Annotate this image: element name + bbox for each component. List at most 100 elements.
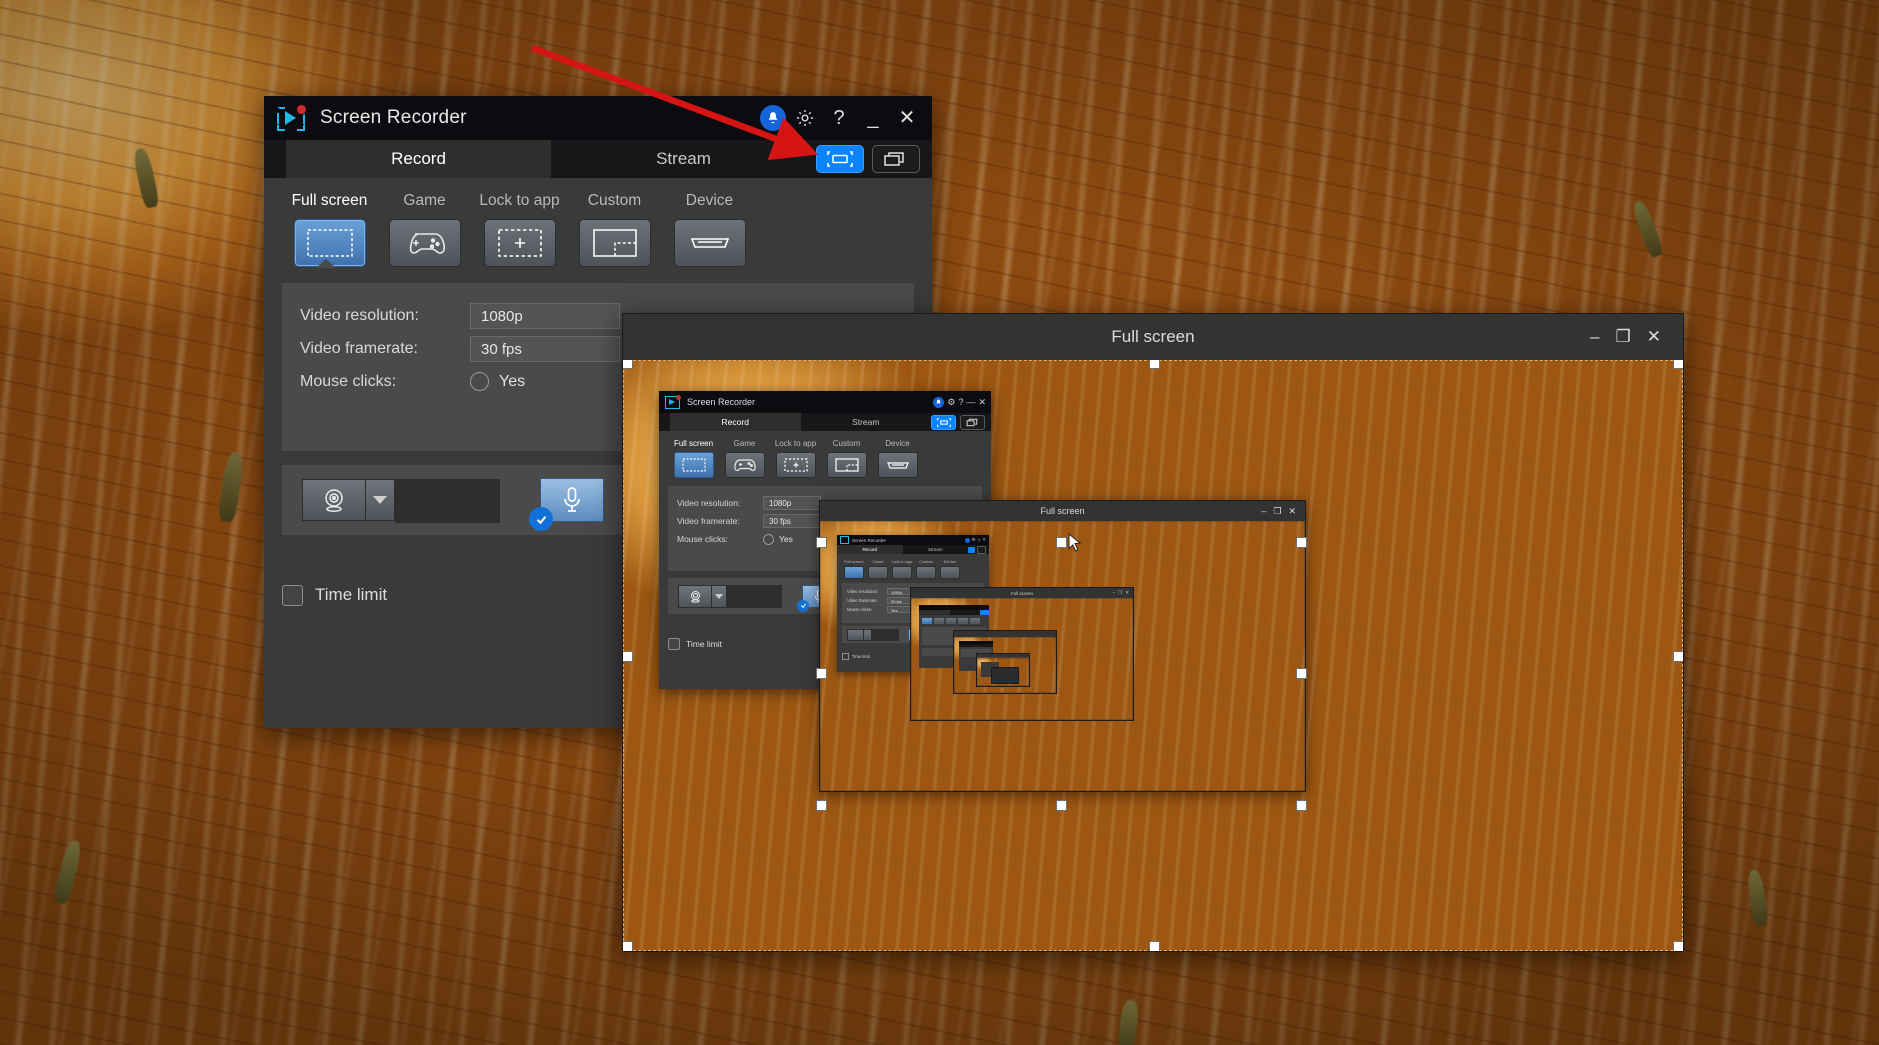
nested-video-framerate-dropdown[interactable]: 30 fps bbox=[763, 514, 821, 528]
level6-full-screen-preview-window[interactable] bbox=[991, 667, 1019, 684]
nested-mouse-clicks-radio[interactable] bbox=[763, 533, 774, 545]
close-button[interactable]: ✕ bbox=[982, 537, 986, 543]
level3-full-screen-preview-window[interactable]: Full screen – ❐ ✕ bbox=[910, 587, 1134, 721]
bell-icon[interactable] bbox=[964, 537, 970, 543]
bell-icon[interactable] bbox=[933, 396, 945, 408]
nested-selection-handle[interactable] bbox=[1056, 800, 1067, 811]
mode-full-screen[interactable]: Full screen bbox=[282, 192, 377, 267]
nested-selection-handle[interactable] bbox=[816, 668, 827, 679]
level3-mode-game[interactable]: Game bbox=[866, 559, 890, 579]
preview-minimize-button[interactable]: – bbox=[1590, 327, 1599, 347]
selection-handle[interactable] bbox=[623, 941, 633, 951]
bell-icon[interactable] bbox=[760, 105, 786, 131]
selection-handle[interactable] bbox=[1673, 941, 1683, 951]
nested-video-resolution-dropdown[interactable]: 1080p bbox=[763, 496, 821, 510]
preview-maximize-button[interactable]: ❐ bbox=[1616, 327, 1631, 347]
selection-handle[interactable] bbox=[1149, 941, 1160, 951]
nested-mode-custom[interactable]: Custom bbox=[821, 439, 872, 478]
nested-selection-handle[interactable] bbox=[1296, 537, 1307, 548]
level3-mode-device[interactable]: Device bbox=[938, 559, 962, 579]
fullscreen-view-toggle[interactable] bbox=[816, 145, 864, 173]
minimize-button[interactable]: — bbox=[966, 397, 975, 407]
chevron-down-icon[interactable] bbox=[366, 479, 395, 521]
level5-full-screen-preview-window[interactable] bbox=[976, 653, 1030, 687]
video-framerate-dropdown[interactable]: 30 fps bbox=[470, 335, 620, 362]
nested-selection-handle[interactable] bbox=[1296, 668, 1307, 679]
webcam-field[interactable] bbox=[395, 479, 500, 523]
nested-mode-lock-to-app[interactable]: Lock to app bbox=[770, 439, 821, 478]
level4-full-screen-preview-window[interactable] bbox=[953, 630, 1057, 694]
level3-windowed-view-toggle[interactable] bbox=[977, 545, 986, 554]
nested-mode-device[interactable]: Device bbox=[872, 439, 923, 478]
nested-preview-close-button[interactable]: ✕ bbox=[1288, 506, 1296, 517]
selection-handle[interactable] bbox=[1149, 360, 1160, 369]
webcam-icon[interactable] bbox=[678, 584, 712, 608]
nested-selection-handle[interactable] bbox=[816, 537, 827, 548]
microphone-button[interactable] bbox=[529, 478, 604, 531]
mouse-clicks-radio[interactable] bbox=[470, 372, 489, 391]
nested-fullscreen-view-toggle[interactable] bbox=[931, 414, 956, 430]
nested-preview-maximize-button[interactable]: ❐ bbox=[1273, 506, 1281, 517]
mode-lock-to-app[interactable]: Lock to app bbox=[472, 192, 567, 267]
level3-mode-full-screen[interactable]: Full screen bbox=[842, 559, 866, 579]
level3-mode-custom[interactable]: Custom bbox=[914, 559, 938, 579]
level4-tab-record[interactable] bbox=[919, 610, 950, 615]
level4-mode-custom[interactable] bbox=[958, 618, 968, 624]
time-limit-checkbox[interactable] bbox=[282, 584, 303, 606]
level4-mode-device[interactable] bbox=[970, 618, 980, 624]
selection-handle[interactable] bbox=[1673, 360, 1683, 369]
mode-custom[interactable]: Custom bbox=[567, 192, 662, 267]
nested-preview-minimize-button[interactable]: – bbox=[1261, 506, 1266, 517]
gear-icon[interactable]: ⚙ bbox=[947, 397, 955, 408]
help-icon[interactable]: ? bbox=[824, 103, 854, 133]
nested-windowed-view-toggle[interactable] bbox=[960, 414, 985, 430]
gear-icon[interactable]: ⚙ bbox=[972, 537, 976, 543]
nested-selection-handle[interactable] bbox=[1296, 800, 1307, 811]
nested-time-limit-checkbox[interactable] bbox=[668, 638, 680, 650]
level3-preview-minimize-button[interactable]: – bbox=[1113, 590, 1116, 596]
nested-mouse-clicks-value: Yes bbox=[779, 534, 793, 544]
nested-selection-handle[interactable] bbox=[1056, 537, 1067, 548]
level3-preview-close-button[interactable]: ✕ bbox=[1125, 590, 1129, 596]
chevron-down-icon[interactable] bbox=[864, 628, 872, 641]
close-button[interactable]: ✕ bbox=[892, 103, 922, 133]
tab-stream[interactable]: Stream bbox=[551, 140, 816, 178]
level3-tab-record[interactable]: Record bbox=[837, 545, 903, 554]
level3-fullscreen-view-toggle[interactable] bbox=[968, 546, 975, 553]
level3-preview-maximize-button[interactable]: ❐ bbox=[1118, 590, 1122, 596]
help-icon[interactable]: ? bbox=[978, 538, 981, 543]
chevron-down-icon[interactable] bbox=[712, 584, 727, 608]
gear-icon[interactable] bbox=[790, 103, 820, 133]
level4-mode-lock-to-app[interactable] bbox=[946, 618, 956, 624]
nested-selection-handle[interactable] bbox=[816, 800, 827, 811]
webcam-icon[interactable] bbox=[847, 628, 864, 641]
nested-tab-stream[interactable]: Stream bbox=[801, 413, 932, 431]
tab-record[interactable]: Record bbox=[286, 140, 551, 178]
selection-handle[interactable] bbox=[623, 651, 633, 662]
nested-tab-record[interactable]: Record bbox=[670, 413, 801, 431]
webcam-icon[interactable] bbox=[302, 479, 366, 521]
help-icon[interactable]: ? bbox=[958, 397, 963, 407]
nested-webcam-field[interactable] bbox=[727, 584, 782, 608]
level3-mode-lock-to-app[interactable]: Lock to app bbox=[890, 559, 914, 579]
mode-game[interactable]: Game bbox=[377, 192, 472, 267]
level4-view-toggle[interactable] bbox=[980, 610, 989, 615]
windowed-view-toggle[interactable] bbox=[872, 145, 920, 173]
level3-time-limit-checkbox[interactable] bbox=[842, 652, 849, 660]
mode-device[interactable]: Device bbox=[662, 192, 757, 267]
full-screen-preview-window[interactable]: Full screen – ❐ ✕ Screen Recorder ⚙ ? — … bbox=[622, 313, 1684, 952]
video-resolution-dropdown[interactable]: 1080p bbox=[470, 302, 620, 329]
nested-mode-full-screen[interactable]: Full screen bbox=[668, 439, 719, 478]
selection-handle[interactable] bbox=[623, 360, 633, 369]
level4-tab-stream[interactable] bbox=[950, 610, 981, 615]
level3-webcam-field[interactable] bbox=[872, 628, 899, 641]
setting-label: Mouse clicks: bbox=[300, 372, 397, 390]
minimize-button[interactable]: _ bbox=[858, 103, 888, 133]
level3-tab-stream[interactable]: Stream bbox=[903, 545, 969, 554]
nested-mode-game[interactable]: Game bbox=[719, 439, 770, 478]
selection-handle[interactable] bbox=[1673, 651, 1683, 662]
level4-mode-game[interactable] bbox=[934, 618, 944, 624]
level4-mode-full-screen[interactable] bbox=[922, 618, 932, 624]
preview-close-button[interactable]: ✕ bbox=[1647, 327, 1661, 347]
close-button[interactable]: ✕ bbox=[978, 397, 986, 408]
